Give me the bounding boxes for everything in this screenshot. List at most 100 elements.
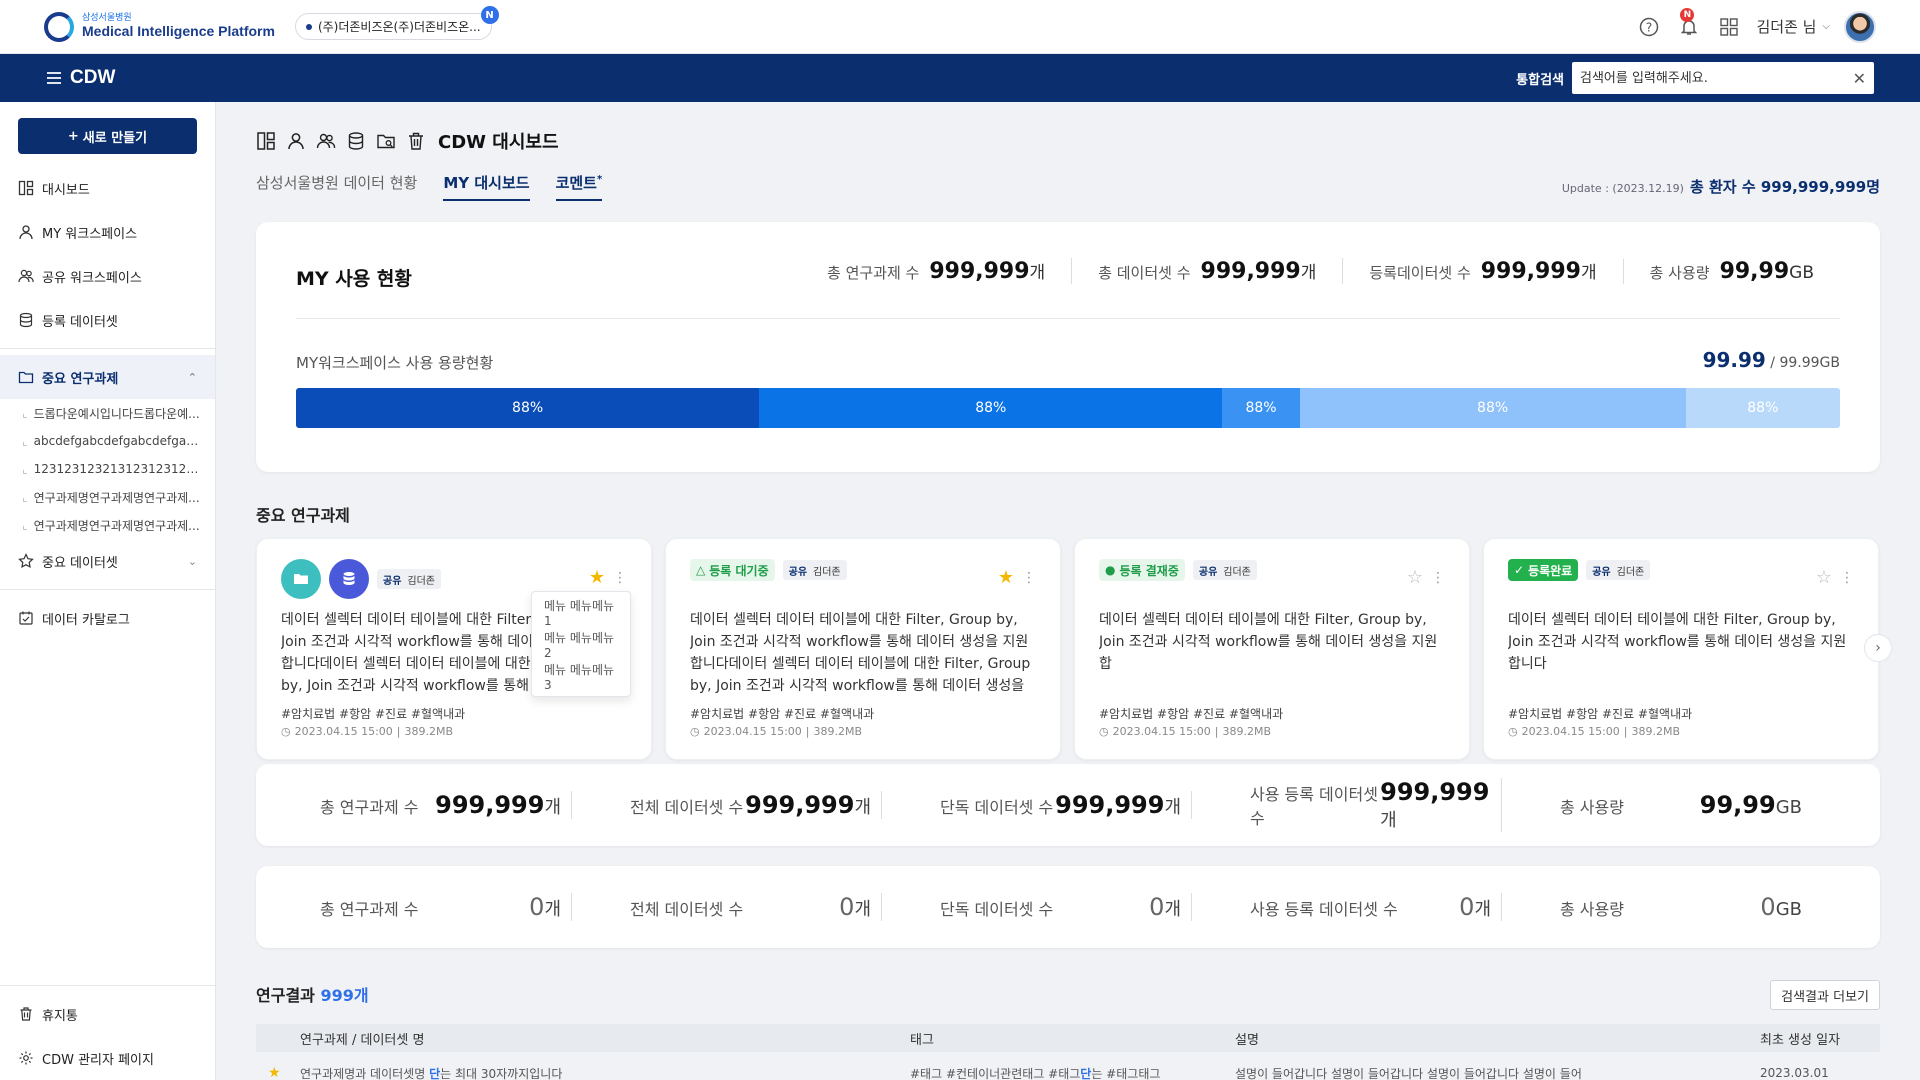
- update-info: Update : (2023.12.19) 총 환자 수 999,999,999…: [1562, 176, 1880, 197]
- sidebar-subitem[interactable]: ⌞ 연구과제명연구과제명연구과제...: [0, 511, 215, 539]
- sidebar-subitem[interactable]: ⌞ abcdefgabcdefgabcdefgabc...: [0, 427, 215, 455]
- summary-label: 단독 데이터셋 수: [940, 900, 1054, 919]
- sidebar-item-trash[interactable]: 휴지통: [0, 992, 215, 1036]
- logo[interactable]: 삼성서울병원 Medical Intelligence Platform: [44, 11, 275, 42]
- more-vertical-icon[interactable]: ⋮: [1431, 570, 1445, 586]
- notification-button[interactable]: N: [1676, 7, 1702, 40]
- star-filled-icon[interactable]: ★: [998, 567, 1014, 588]
- tab-comments[interactable]: 코멘트*: [555, 172, 603, 201]
- calendar-check-icon: [18, 610, 34, 626]
- sidebar-item-important-projects[interactable]: 중요 연구과제 ⌃: [0, 355, 215, 399]
- sidebar-item-dashboard[interactable]: 대시보드: [0, 166, 215, 210]
- row-name-text: 연구과제명과 데이터셋명: [300, 1066, 430, 1080]
- new-create-button[interactable]: + 새로 만들기: [18, 118, 197, 154]
- total-patients-value: 999,999,999명: [1760, 178, 1880, 196]
- chevron-up-icon: ⌃: [187, 370, 197, 384]
- tab-bar: 삼성서울병원 데이터 현황 MY 대시보드 코멘트*: [256, 172, 603, 201]
- summary-value: 0: [1760, 893, 1776, 921]
- clear-icon[interactable]: ✕: [1853, 69, 1866, 88]
- column-header[interactable]: 연구과제 / 데이터셋 명: [300, 1029, 424, 1048]
- tab-hospital-data[interactable]: 삼성서울병원 데이터 현황: [256, 172, 417, 201]
- user-menu[interactable]: 김더존 님 ⌵: [1756, 16, 1830, 37]
- usage-segment: 88%: [1299, 388, 1686, 428]
- row-tags: #태그 #컨테이너관련태그 #태그단는 #태그태그: [910, 1065, 1160, 1080]
- user-name: 김더존 님: [1756, 18, 1817, 36]
- table-row[interactable]: ★ 연구과제명과 데이터셋명 단는 최대 30자까지입니다 #태그 #컨테이너관…: [256, 1058, 1880, 1080]
- row-name: 연구과제명과 데이터셋명 단는 최대 30자까지입니다: [300, 1065, 562, 1080]
- search-input[interactable]: [1580, 70, 1853, 86]
- dashboard-icon: [18, 180, 34, 196]
- trash-icon[interactable]: [406, 131, 426, 151]
- star-filled-icon[interactable]: ★: [589, 567, 605, 588]
- help-button[interactable]: ?: [1636, 14, 1662, 40]
- sidebar-subitem[interactable]: ⌞ 드롭다운예시입니다드롭다운예...: [0, 399, 215, 427]
- sidebar-item-admin[interactable]: CDW 관리자 페이지: [0, 1036, 215, 1080]
- sidebar-item-my-workspace[interactable]: MY 워크스페이스: [0, 210, 215, 254]
- menu-item[interactable]: 메뉴 메뉴메뉴3: [532, 660, 630, 692]
- summary-item: 전체 데이터셋 수 0개: [630, 893, 882, 921]
- more-vertical-icon[interactable]: ⋮: [1022, 570, 1036, 586]
- star-outline-icon[interactable]: ☆: [1407, 567, 1423, 588]
- menu-toggle[interactable]: CDW: [46, 67, 115, 89]
- project-card[interactable]: △ 등록 대기중 공유 김더존 ★ ⋮ 데이터 셀렉터 데이터 테이블에 대한 Fil…: [665, 538, 1061, 760]
- project-card[interactable]: 공유김더존 ★⋮ 데이터 셀렉터 데이터 테이블에 대한 Filter, Gro…: [256, 538, 652, 760]
- sidebar-item-important-datasets[interactable]: 중요 데이터셋 ⌄: [0, 539, 215, 583]
- row-date: 2023.03.01: [1760, 1066, 1829, 1080]
- summary-label: 사용 등록 데이터셋 수: [1250, 785, 1378, 828]
- sidebar-item-shared-workspace[interactable]: 공유 워크스페이스: [0, 254, 215, 298]
- project-meta: ◷ 2023.04.15 15:00 | 389.2MB: [1508, 725, 1681, 738]
- sidebar-subitem-label: abcdefgabcdefgabcdefgabc...: [33, 434, 203, 448]
- status-badge: △ 등록 대기중: [690, 559, 775, 581]
- column-header[interactable]: 태그: [910, 1029, 934, 1048]
- project-card[interactable]: ✓ 등록완료 공유 김더존 ☆ ⋮ 데이터 셀렉터 데이터 테이블에 대한 Filte…: [1483, 538, 1879, 760]
- user-icon[interactable]: [286, 131, 306, 151]
- row-tags-highlight: 단: [1080, 1066, 1092, 1080]
- users-icon[interactable]: [316, 131, 336, 151]
- sidebar-subitem-label: 드롭다운예시입니다드롭다운예...: [33, 406, 200, 421]
- star-outline-icon[interactable]: ☆: [1816, 567, 1832, 588]
- sidebar-subitem[interactable]: ⌞ 12312312321312312312312...: [0, 455, 215, 483]
- share-tag: 공유 김더존: [782, 560, 847, 580]
- project-card[interactable]: ● 등록 결재중 공유 김더존 ☆ ⋮ 데이터 셀렉터 데이터 테이블에 대한 Fil…: [1074, 538, 1470, 760]
- sidebar-item-label: 중요 연구과제: [42, 371, 119, 387]
- sidebar-subitem[interactable]: ⌞ 연구과제명연구과제명연구과제...: [0, 483, 215, 511]
- menu-item[interactable]: 메뉴 메뉴메뉴2: [532, 628, 630, 660]
- avatar[interactable]: [1844, 10, 1876, 43]
- project-description: 데이터 셀렉터 데이터 테이블에 대한 Filter, Group by, Jo…: [690, 612, 1031, 694]
- menu-item[interactable]: 메뉴 메뉴메뉴1: [532, 596, 630, 628]
- summary-item: 총 사용량 99,99GB: [1560, 791, 1812, 819]
- sidebar-divider: [0, 589, 215, 590]
- results-table-header: 연구과제 / 데이터셋 명 태그 설명 최초 생성 일자: [256, 1024, 1880, 1052]
- status-label: 등록 대기중: [709, 563, 769, 578]
- database-icon: [18, 312, 34, 328]
- star-filled-icon[interactable]: ★: [268, 1065, 281, 1080]
- stat-label: 등록데이터셋 수: [1369, 264, 1471, 282]
- card-menu-dropdown: 메뉴 메뉴메뉴1 메뉴 메뉴메뉴2 메뉴 메뉴메뉴3: [531, 591, 631, 697]
- new-create-label: 새로 만들기: [82, 130, 148, 146]
- row-tags-rest: 는 #태그태그: [1091, 1066, 1161, 1080]
- carousel-next-button[interactable]: ›: [1864, 634, 1892, 662]
- database-icon[interactable]: [346, 131, 366, 151]
- results-count: 999개: [320, 986, 369, 1005]
- summary-value: 999,999: [745, 791, 855, 819]
- hamburger-icon: [47, 72, 61, 84]
- usage-title: MY 사용 현황: [296, 268, 412, 290]
- clock-icon: ◷: [690, 725, 700, 738]
- more-results-button[interactable]: 검색결과 더보기: [1770, 980, 1880, 1010]
- tab-comments-mark: *: [596, 174, 603, 185]
- folder-search-icon[interactable]: [376, 131, 396, 151]
- column-header[interactable]: 최초 생성 일자: [1760, 1029, 1840, 1048]
- organization-selector[interactable]: (주)더존비즈온(주)더존비즈온... N: [294, 6, 499, 40]
- dashboard-icon[interactable]: [256, 131, 276, 151]
- project-size: 389.2MB: [813, 725, 863, 738]
- apps-button[interactable]: [1716, 14, 1742, 40]
- page-header: CDW 대시보드: [256, 128, 559, 154]
- column-header[interactable]: 설명: [1235, 1029, 1259, 1048]
- sidebar-item-data-catalog[interactable]: 데이터 카탈로그: [0, 596, 215, 640]
- project-date: 2023.04.15 15:00: [294, 725, 393, 738]
- tab-my-dashboard[interactable]: MY 대시보드: [443, 172, 530, 201]
- sidebar-item-registered-datasets[interactable]: 등록 데이터셋: [0, 298, 215, 342]
- stat-total-projects: 총 연구과제 수 999,999개: [801, 258, 1071, 284]
- more-vertical-icon[interactable]: ⋮: [1840, 570, 1854, 586]
- more-vertical-icon[interactable]: ⋮: [613, 570, 627, 586]
